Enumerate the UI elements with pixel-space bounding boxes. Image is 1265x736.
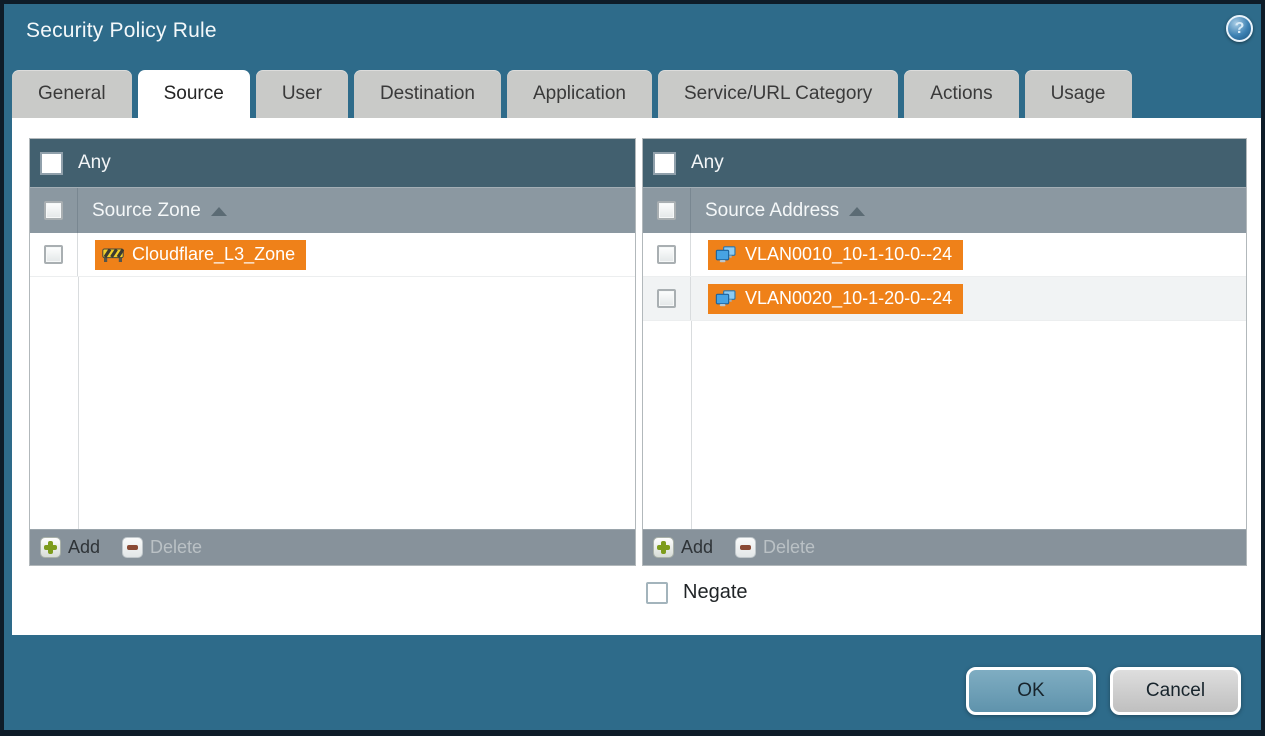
address-item-chip[interactable]: VLAN0020_10-1-20-0--24 [708, 283, 964, 314]
source-zone-footer: Add Delete [30, 529, 635, 565]
add-icon [653, 537, 674, 558]
add-icon [40, 537, 61, 558]
address-icon [715, 246, 737, 263]
add-button-label: Add [68, 537, 101, 557]
tab-user[interactable]: User [255, 70, 348, 118]
sort-ascending-icon[interactable] [849, 207, 866, 216]
help-icon[interactable]: ? [1226, 15, 1253, 42]
source-zone-any-header: Any [30, 139, 635, 187]
row-checkbox[interactable] [657, 289, 676, 308]
source-address-select-all-cell [643, 188, 691, 233]
zone-item-label: Cloudflare_L3_Zone [132, 244, 296, 264]
address-item-label: VLAN0010_10-1-10-0--24 [745, 244, 953, 264]
row-checkbox[interactable] [657, 245, 676, 264]
address-item-chip[interactable]: VLAN0010_10-1-10-0--24 [708, 239, 964, 270]
row-checkbox[interactable] [44, 245, 63, 264]
source-address-list: VLAN0010_10-1-10-0--24 VLAN0020_10-1-20-… [643, 233, 1246, 529]
source-zone-column-title: Source Zone [92, 199, 201, 221]
tab-actions[interactable]: Actions [904, 70, 1019, 118]
source-zone-panel: Any Source Zone Cloudflare_L3_Zone Add D… [29, 138, 636, 566]
source-zone-select-all-checkbox[interactable] [44, 201, 63, 220]
add-zone-button[interactable]: Add [40, 537, 100, 558]
add-address-button[interactable]: Add [653, 537, 713, 558]
delete-button-label: Delete [150, 537, 203, 557]
delete-icon [735, 537, 757, 558]
tab-usage[interactable]: Usage [1024, 70, 1132, 118]
tab-application[interactable]: Application [507, 70, 652, 118]
tab-bar: General Source User Destination Applicat… [12, 70, 1132, 118]
source-zone-any-label: Any [78, 152, 111, 173]
source-address-list-empty-area [643, 321, 1246, 529]
tab-service-url-category[interactable]: Service/URL Category [657, 70, 899, 118]
tab-destination[interactable]: Destination [353, 70, 501, 118]
source-address-select-all-checkbox[interactable] [657, 201, 676, 220]
source-zone-select-all-cell [30, 188, 78, 233]
source-address-panel: Any Source Address VLAN0010_10-1-10-0--2… [642, 138, 1247, 566]
source-zone-column-header[interactable]: Source Zone [30, 187, 635, 233]
table-row[interactable]: VLAN0010_10-1-10-0--24 [643, 233, 1246, 277]
cancel-button[interactable]: Cancel [1110, 667, 1241, 715]
sort-ascending-icon[interactable] [210, 207, 227, 216]
tab-source[interactable]: Source [137, 70, 250, 118]
table-row[interactable]: VLAN0020_10-1-20-0--24 [643, 277, 1246, 321]
delete-zone-button[interactable]: Delete [122, 537, 202, 558]
delete-button-label: Delete [763, 537, 816, 557]
address-icon [715, 290, 737, 307]
source-address-column-header[interactable]: Source Address [643, 187, 1246, 233]
security-policy-rule-dialog: Security Policy Rule ? General Source Us… [0, 0, 1265, 736]
delete-address-button[interactable]: Delete [735, 537, 815, 558]
checkbox-column-divider [691, 321, 692, 529]
table-row[interactable]: Cloudflare_L3_Zone [30, 233, 635, 277]
zone-icon [102, 246, 124, 263]
row-checkbox-cell [30, 233, 78, 276]
dialog-title: Security Policy Rule [26, 19, 217, 42]
checkbox-column-divider [78, 277, 79, 529]
negate-option: Negate [646, 581, 748, 604]
source-address-any-label: Any [691, 152, 724, 173]
row-checkbox-cell [643, 277, 691, 320]
source-address-any-checkbox[interactable] [653, 151, 676, 175]
source-zone-list-empty-area [30, 277, 635, 529]
ok-button[interactable]: OK [966, 667, 1096, 715]
source-address-footer: Add Delete [643, 529, 1246, 565]
tab-general[interactable]: General [12, 70, 132, 118]
zone-item-chip[interactable]: Cloudflare_L3_Zone [95, 239, 307, 270]
source-tab-panel: Any Source Zone Cloudflare_L3_Zone Add D… [12, 118, 1261, 635]
source-zone-any-checkbox[interactable] [40, 151, 63, 175]
delete-icon [122, 537, 144, 558]
address-item-label: VLAN0020_10-1-20-0--24 [745, 288, 953, 308]
source-zone-list: Cloudflare_L3_Zone [30, 233, 635, 529]
add-button-label: Add [681, 537, 714, 557]
negate-label: Negate [683, 581, 748, 603]
row-checkbox-cell [643, 233, 691, 276]
source-address-any-header: Any [643, 139, 1246, 187]
negate-checkbox[interactable] [646, 581, 668, 604]
source-address-column-title: Source Address [705, 199, 840, 221]
